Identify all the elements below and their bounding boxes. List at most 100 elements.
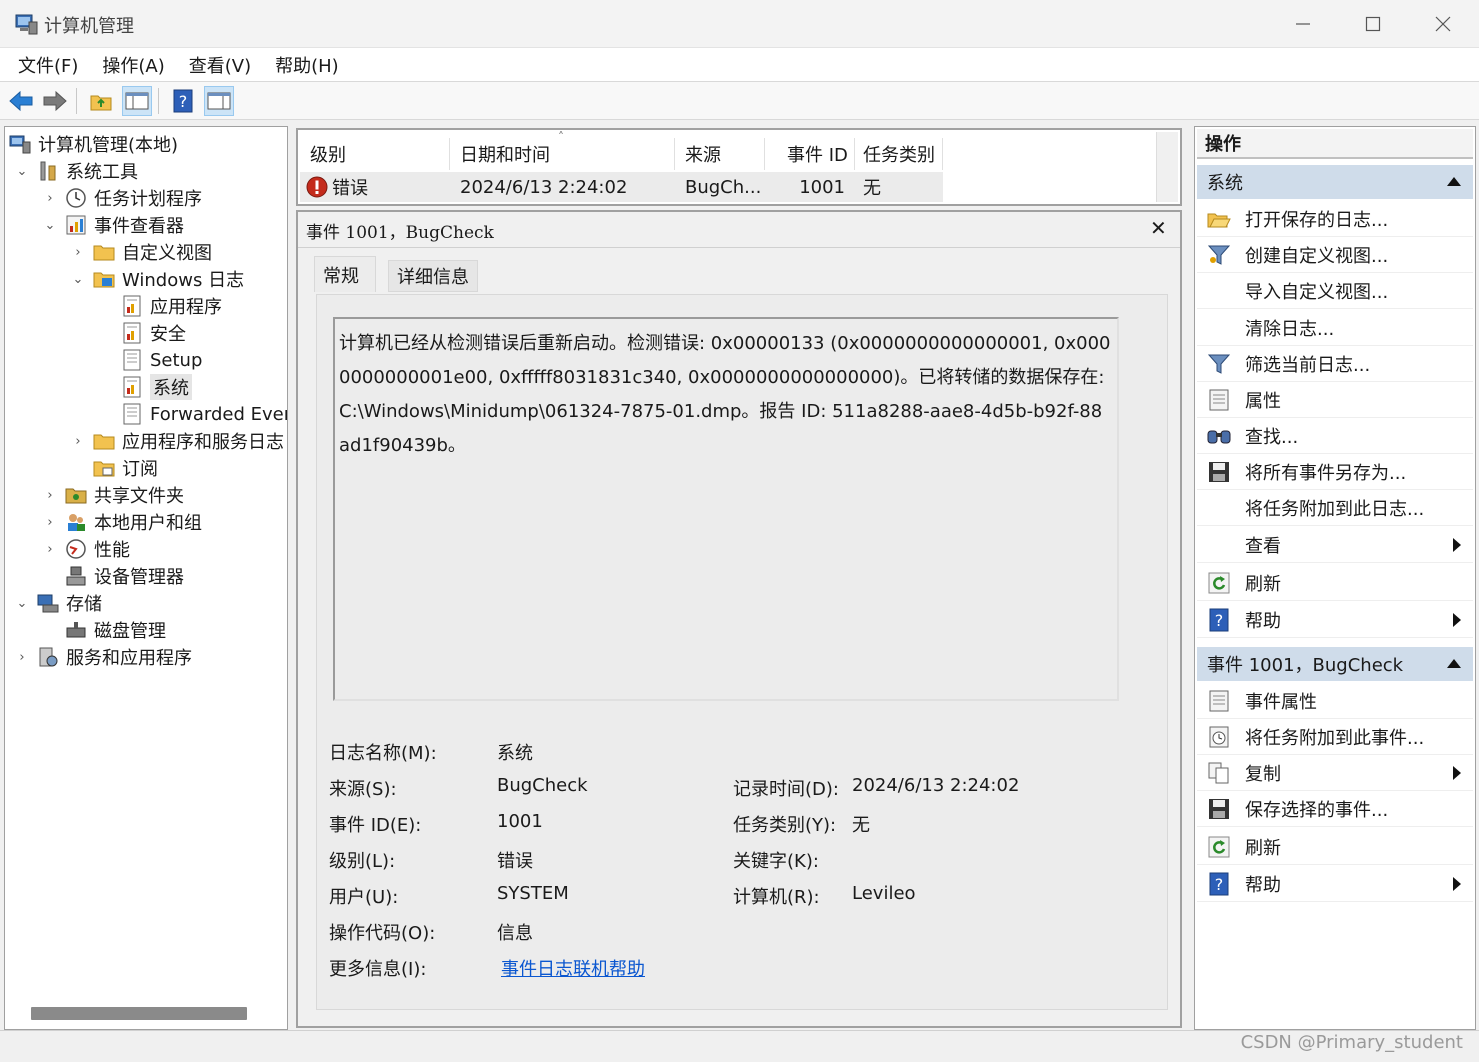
console-tree-button[interactable] [122,86,152,116]
action-copy[interactable]: 复制 [1197,755,1473,791]
action-create-custom-view[interactable]: 创建自定义视图... [1197,237,1473,273]
column-header-task-category[interactable]: 任务类别 [855,138,943,170]
chevron-right-icon[interactable]: › [43,191,57,206]
action-refresh[interactable]: 刷新 [1197,829,1473,865]
menu-view[interactable]: 查看(V) [177,52,263,78]
tree-item-subscriptions[interactable]: 订阅 [93,455,158,481]
action-save-all-events-as[interactable]: 将所有事件另存为... [1197,454,1473,490]
menu-help[interactable]: 帮助(H) [263,52,351,78]
action-save-selected-events[interactable]: 保存选择的事件... [1197,791,1473,827]
action-filter-current-log[interactable]: 筛选当前日志... [1197,346,1473,382]
tree-item-services-applications[interactable]: › 服务和应用程序 [15,644,192,670]
action-label: 查看 [1245,535,1281,557]
action-attach-task-to-log[interactable]: 将任务附加到此日志... [1197,490,1473,526]
collapse-triangle-icon[interactable] [1447,659,1461,668]
vertical-scrollbar[interactable] [1156,132,1178,202]
tree-item-device-manager[interactable]: 设备管理器 [65,563,184,589]
svg-text:?: ? [179,92,188,111]
minimize-button[interactable] [1268,0,1338,48]
level-value: 错误 [497,851,533,872]
up-folder-button[interactable] [86,86,116,116]
tree-item-security[interactable]: 安全 [121,320,186,346]
back-button[interactable] [6,86,36,116]
tree-item-label: 自定义视图 [122,243,212,264]
tab-details[interactable]: 详细信息 [388,260,478,292]
section-header-system[interactable]: 系统 [1197,165,1473,199]
cell-source: BugCh... [685,172,765,202]
column-header-level[interactable]: 级别 [300,138,450,170]
maximize-button[interactable] [1338,0,1408,48]
computer-management-icon [9,135,31,154]
action-label: 将所有事件另存为... [1245,462,1407,484]
tree-item-label: 本地用户和组 [94,513,202,534]
tree-item-label: Forwarded Even [150,403,288,425]
tree-item-storage[interactable]: ⌄ 存储 [15,590,102,616]
toolbar-separator [76,88,77,114]
tree-item-task-scheduler[interactable]: › 任务计划程序 [43,185,202,211]
tree-item-system[interactable]: 系统 [121,374,192,400]
action-event-properties[interactable]: 事件属性 [1197,683,1473,719]
tree-item-disk-management[interactable]: 磁盘管理 [65,617,166,643]
action-open-saved-log[interactable]: 打开保存的日志... [1197,201,1473,237]
action-attach-task-to-event[interactable]: 将任务附加到此事件... [1197,719,1473,755]
horizontal-scrollbar-thumb[interactable] [31,1007,247,1020]
action-help[interactable]: ? 帮助 [1197,602,1473,638]
tree-item-event-viewer[interactable]: ⌄ 事件查看器 [43,212,184,238]
tab-general[interactable]: 常规 [314,256,376,292]
tree-item-forwarded-events[interactable]: Forwarded Even [121,401,288,427]
more-info-link[interactable]: 事件日志联机帮助 [501,955,645,981]
action-view[interactable]: 查看 [1197,527,1473,563]
tree-item-app-service-logs[interactable]: › 应用程序和服务日志 [71,428,284,454]
help-icon: ? [173,89,193,113]
section-header-event[interactable]: 事件 1001，BugCheck [1197,647,1473,681]
action-import-custom-view[interactable]: 导入自定义视图... [1197,273,1473,309]
chevron-right-icon[interactable]: › [71,245,85,260]
chevron-right-icon[interactable]: › [43,515,57,530]
menu-file[interactable]: 文件(F) [6,52,90,78]
tree-item-setup[interactable]: Setup [121,347,202,373]
svg-text:?: ? [1215,611,1224,630]
tree-item-label: 共享文件夹 [94,486,184,507]
action-pane-button[interactable] [204,86,234,116]
chevron-right-icon[interactable]: › [71,434,85,449]
action-label: 创建自定义视图... [1245,245,1389,267]
close-button[interactable] [1408,0,1478,48]
tree-item-shared-folders[interactable]: › 共享文件夹 [43,482,184,508]
collapse-triangle-icon[interactable] [1447,177,1461,186]
keywords-label: 关键字(K): [733,851,819,872]
chevron-down-icon[interactable]: ⌄ [71,272,85,287]
column-header-event-id[interactable]: 事件 ID [765,138,855,170]
action-find[interactable]: 查找... [1197,418,1473,454]
tree-item-system-tools[interactable]: ⌄ 系统工具 [15,158,138,184]
chevron-down-icon[interactable]: ⌄ [43,218,57,233]
action-clear-log[interactable]: 清除日志... [1197,310,1473,346]
menu-action[interactable]: 操作(A) [90,52,176,78]
users-icon [68,514,85,531]
refresh-icon [1208,836,1230,857]
help-button[interactable]: ? [168,86,198,116]
column-header-datetime[interactable]: 日期和时间 ˄ [450,130,675,170]
tree-item-application[interactable]: 应用程序 [121,293,222,319]
tree-item-performance[interactable]: › 性能 [43,536,130,562]
tree-item-computer-management[interactable]: 计算机管理(本地) [9,131,178,157]
tree-item-windows-logs[interactable]: ⌄ Windows 日志 [71,266,245,292]
column-header-source[interactable]: 来源 [675,138,765,170]
close-icon[interactable]: ✕ [1150,216,1167,240]
action-help[interactable]: ? 帮助 [1197,866,1473,902]
forward-button[interactable] [40,86,70,116]
tree-item-local-users-groups[interactable]: › 本地用户和组 [43,509,202,535]
opcode-label: 操作代码(O): [329,923,436,944]
chevron-right-icon[interactable]: › [43,542,57,557]
tree-item-custom-views[interactable]: › 自定义视图 [71,239,212,265]
chevron-down-icon[interactable]: ⌄ [15,164,29,179]
filter-icon [1208,354,1230,374]
folder-icon [93,245,115,261]
chevron-right-icon[interactable]: › [15,650,29,665]
chevron-down-icon[interactable]: ⌄ [15,596,29,611]
event-id-label: 事件 ID(E): [329,815,422,836]
folder-windows-icon [93,272,115,288]
action-refresh[interactable]: 刷新 [1197,565,1473,601]
action-properties[interactable]: 属性 [1197,382,1473,418]
event-description[interactable]: 计算机已经从检测错误后重新启动。检测错误: 0x00000133 (0x0000… [333,317,1119,701]
chevron-right-icon[interactable]: › [43,488,57,503]
